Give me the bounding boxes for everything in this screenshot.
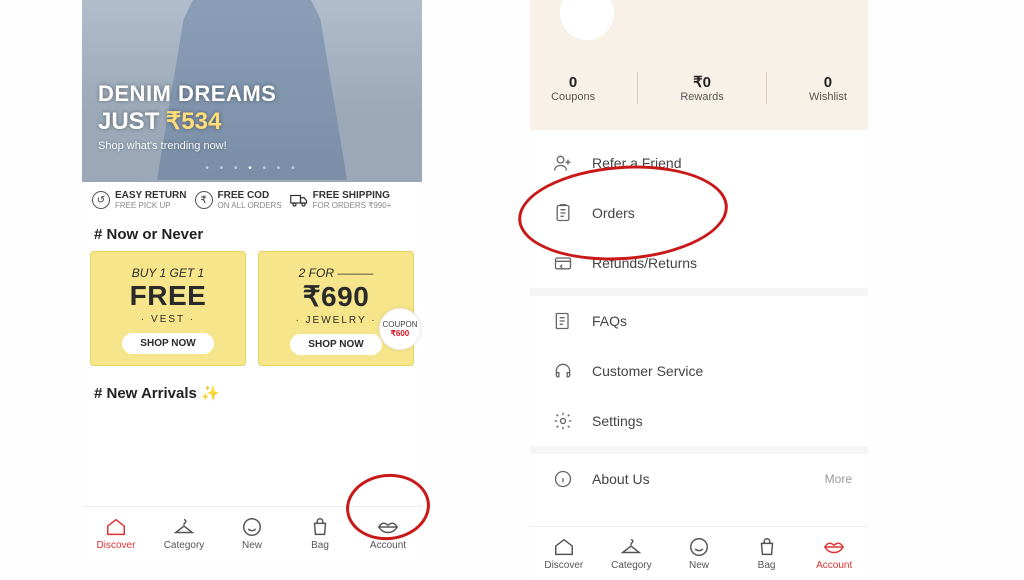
bag-icon [309, 516, 331, 538]
headset-icon [552, 360, 574, 382]
coupon-badge: COUPON ₹600 [379, 308, 421, 350]
section-now-or-never: # Now or Never [82, 214, 422, 251]
account-menu: Refer a Friend Orders Refunds/Returns FA… [530, 130, 868, 504]
stat-wishlist[interactable]: 0Wishlist [809, 74, 847, 103]
smile-icon [241, 516, 263, 538]
return-icon: ↺ [92, 191, 110, 209]
stat-rewards[interactable]: ₹0Rewards [680, 73, 723, 103]
orders-icon [552, 202, 574, 224]
nav-bag[interactable]: Bag [733, 527, 801, 580]
bottom-nav: Discover Category New Bag Account [530, 526, 868, 580]
benefit-free-cod: ₹ FREE CODON ALL ORDERS [195, 190, 282, 210]
section-new-arrivals: # New Arrivals ✨ [82, 366, 422, 406]
offers-row: BUY 1 GET 1 FREE · VEST · SHOP NOW 2 FOR… [82, 251, 422, 366]
lips-icon [823, 536, 845, 558]
lips-icon [377, 516, 399, 538]
info-icon [552, 468, 574, 490]
offer-card-vest[interactable]: BUY 1 GET 1 FREE · VEST · SHOP NOW [90, 251, 246, 366]
offer-card-jewelry[interactable]: 2 FOR ——— ₹690 · JEWELRY · SHOP NOW COUP… [258, 251, 414, 366]
nav-discover[interactable]: Discover [82, 507, 150, 560]
gear-icon [552, 410, 574, 432]
more-link[interactable]: More [825, 472, 852, 486]
nav-account[interactable]: Account [800, 527, 868, 580]
account-header: 0Coupons ₹0Rewards 0Wishlist [530, 0, 868, 130]
bottom-nav: Discover Category New Bag Account [82, 506, 422, 560]
smile-icon [688, 536, 710, 558]
menu-refer-a-friend[interactable]: Refer a Friend [530, 138, 868, 188]
avatar[interactable] [560, 0, 614, 40]
hero-banner[interactable]: DENIM DREAMS JUST ₹534 Shop what's trend… [82, 0, 422, 182]
nav-account[interactable]: Account [354, 507, 422, 560]
menu-customer-service[interactable]: Customer Service [530, 346, 868, 396]
nav-category[interactable]: Category [150, 507, 218, 560]
cod-icon: ₹ [195, 191, 213, 209]
shop-now-button[interactable]: SHOP NOW [122, 333, 213, 354]
hero-title: DENIM DREAMS [98, 81, 276, 107]
shop-now-button[interactable]: SHOP NOW [290, 334, 381, 355]
menu-about-us[interactable]: About Us More [530, 454, 868, 504]
hanger-icon [173, 516, 195, 538]
hero-subtitle: Shop what's trending now! [98, 140, 276, 152]
hero-price: JUST ₹534 [98, 107, 276, 136]
nav-category[interactable]: Category [598, 527, 666, 580]
menu-settings[interactable]: Settings [530, 396, 868, 446]
faq-icon [552, 310, 574, 332]
truck-icon [290, 191, 308, 209]
nav-bag[interactable]: Bag [286, 507, 354, 560]
menu-faqs[interactable]: FAQs [530, 296, 868, 346]
hanger-icon [620, 536, 642, 558]
discover-screen: DENIM DREAMS JUST ₹534 Shop what's trend… [82, 0, 422, 560]
nav-discover[interactable]: Discover [530, 527, 598, 580]
nav-new[interactable]: New [218, 507, 286, 560]
benefit-free-shipping: FREE SHIPPINGFOR ORDERS ₹990+ [290, 190, 392, 210]
carousel-dots[interactable]: • • • • • • • [82, 163, 422, 174]
stat-coupons[interactable]: 0Coupons [551, 74, 595, 103]
benefits-row: ↺ EASY RETURNFREE PICK UP ₹ FREE CODON A… [82, 182, 422, 214]
refer-icon [552, 152, 574, 174]
refund-icon [552, 252, 574, 274]
home-icon [105, 516, 127, 538]
menu-refunds-returns[interactable]: Refunds/Returns [530, 238, 868, 288]
account-screen: 0Coupons ₹0Rewards 0Wishlist Refer a Fri… [530, 0, 868, 580]
bag-icon [756, 536, 778, 558]
benefit-easy-return: ↺ EASY RETURNFREE PICK UP [92, 190, 187, 210]
home-icon [553, 536, 575, 558]
nav-new[interactable]: New [665, 527, 733, 580]
menu-orders[interactable]: Orders [530, 188, 868, 238]
